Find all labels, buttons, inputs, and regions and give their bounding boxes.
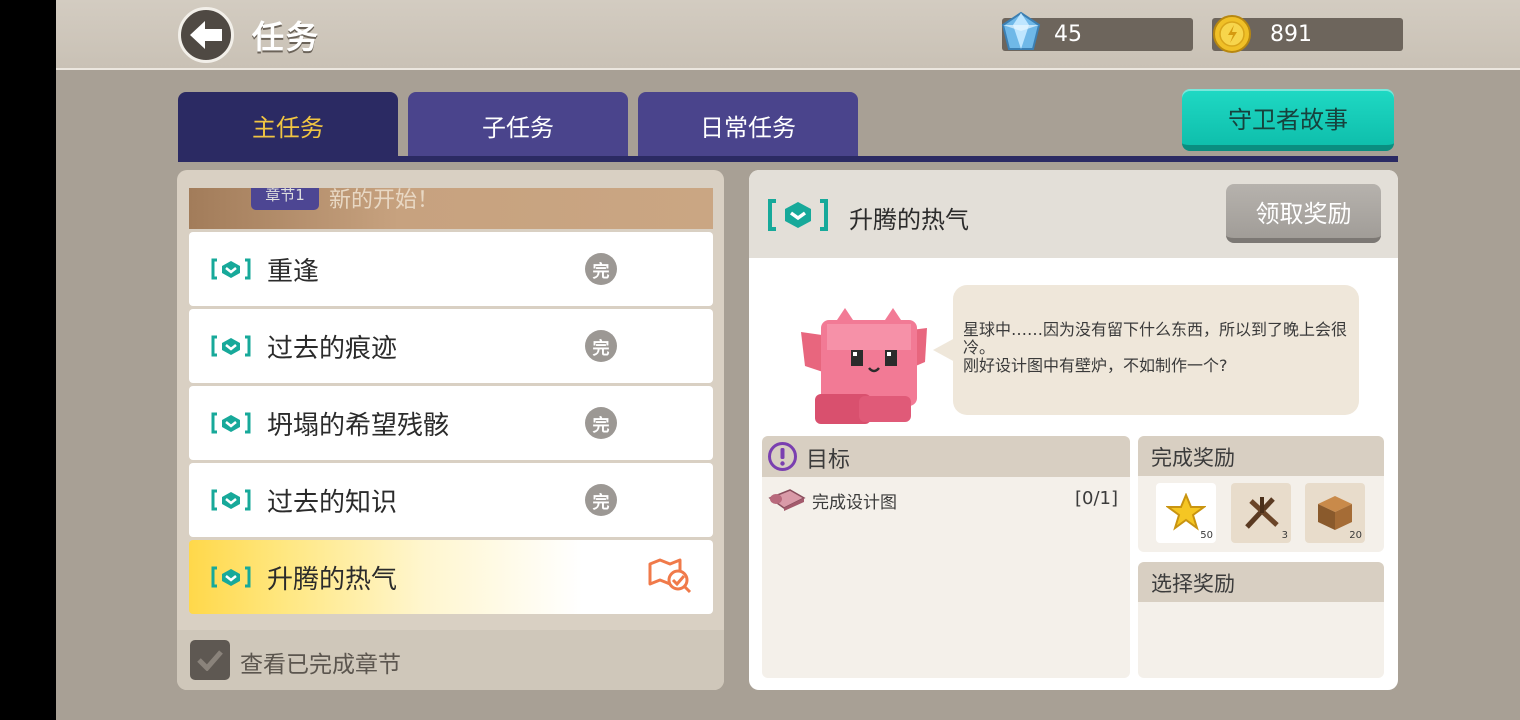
coin-icon (1213, 15, 1251, 53)
map-track-icon (648, 558, 692, 594)
guardian-story-label: 守卫者故事 (1228, 105, 1348, 134)
show-completed-row: 查看已完成章节 (177, 630, 724, 690)
quest-icon (768, 199, 828, 231)
reward-slot-block[interactable]: 20 (1305, 483, 1365, 543)
quest-name: 过去的知识 (267, 487, 398, 518)
claim-reward-label: 领取奖励 (1255, 199, 1352, 228)
goal-header-label: 目标 (806, 448, 851, 473)
dialogue-text: 星球中……因为没有留下什么东西，所以到了晚上会很冷。 刚好设计图中有壁炉，不如制… (963, 321, 1353, 375)
pink-creature-character (801, 308, 927, 424)
guardian-story-button[interactable]: 守卫者故事 (1182, 89, 1394, 151)
choose-reward-section: 选择奖励 (1138, 562, 1384, 678)
dialogue-line: 刚好设计图中有壁炉，不如制作一个? (963, 356, 1228, 375)
quest-item-selected[interactable]: 升腾的热气 (189, 540, 713, 614)
quest-icon (211, 335, 251, 357)
speech-bubble: 星球中……因为没有留下什么东西，所以到了晚上会很冷。 刚好设计图中有壁炉，不如制… (953, 285, 1359, 415)
wood-block-icon (1318, 496, 1352, 530)
quest-item[interactable]: 坍塌的希望残骸 完 (189, 386, 713, 460)
chapter-badge: 章节1 (251, 188, 319, 210)
quest-detail-panel: 升腾的热气 领取奖励 星球中……因为没有留下什么东西，所以到了晚上会很冷。 刚好… (749, 170, 1398, 690)
completion-reward-section: 完成奖励 50 3 20 (1138, 436, 1384, 552)
speech-bubble-tail (933, 338, 955, 362)
chapter-name: 新的开始！ (329, 188, 440, 213)
quest-name: 坍塌的希望残骸 (267, 410, 450, 441)
quest-list-panel: 章节1 新的开始！ 重逢 完 过去的痕迹 完 坍塌的希望残骸 完 过去的知识 完… (177, 170, 724, 690)
quest-item[interactable]: 重逢 完 (189, 232, 713, 306)
gem-count: 45 (1054, 22, 1082, 47)
goal-task-text: 完成设计图 (812, 493, 897, 513)
coin-count: 891 (1270, 22, 1312, 47)
completed-badge: 完 (585, 484, 617, 516)
show-completed-label: 查看已完成章节 (240, 652, 401, 678)
wood-stick-icon (1245, 497, 1279, 529)
quest-name: 升腾的热气 (267, 564, 398, 595)
back-button[interactable] (178, 7, 234, 63)
dialogue-line: 星球中……因为没有留下什么东西，所以到了晚上会很冷。 (963, 320, 1348, 357)
game-screen: 任务 45 891 主任务 子任务 日常任务 守卫者故事 章节1 新的开始！ 重… (56, 0, 1520, 720)
goal-section: 目标 完成设计图 [0/1] (762, 436, 1130, 678)
top-bar: 任务 45 891 (56, 0, 1520, 70)
completed-badge: 完 (585, 330, 617, 362)
detail-title: 升腾的热气 (849, 206, 969, 234)
quest-icon (211, 412, 251, 434)
reward-count: 50 (1200, 530, 1213, 541)
choose-reward-header: 选择奖励 (1138, 562, 1384, 602)
reward-count: 3 (1281, 530, 1288, 541)
blueprint-icon (768, 489, 806, 511)
diamond-icon (1001, 11, 1041, 50)
tab-label: 子任务 (482, 113, 554, 142)
tab-daily-quest[interactable]: 日常任务 (638, 92, 858, 158)
quest-icon (211, 566, 251, 588)
quest-name: 重逢 (267, 256, 320, 287)
tab-label: 主任务 (252, 113, 324, 142)
back-arrow-icon (190, 21, 222, 49)
tab-underline (178, 156, 1398, 162)
claim-reward-button[interactable]: 领取奖励 (1226, 184, 1381, 243)
exclamation-icon (768, 442, 797, 471)
detail-header: 升腾的热气 领取奖励 (749, 170, 1398, 258)
quest-item[interactable]: 过去的知识 完 (189, 463, 713, 537)
tab-main-quest[interactable]: 主任务 (178, 92, 398, 158)
quest-icon (211, 258, 251, 280)
show-completed-checkbox[interactable] (190, 640, 230, 680)
completed-badge: 完 (585, 407, 617, 439)
reward-slot-stick[interactable]: 3 (1231, 483, 1291, 543)
choose-reward-header-label: 选择奖励 (1151, 572, 1235, 596)
tab-side-quest[interactable]: 子任务 (408, 92, 628, 158)
check-icon (197, 650, 223, 671)
quest-icon (211, 489, 251, 511)
quest-name: 过去的痕迹 (267, 333, 398, 364)
goal-progress: [0/1] (1074, 488, 1118, 509)
page-title: 任务 (252, 18, 321, 56)
quest-item[interactable]: 过去的痕迹 完 (189, 309, 713, 383)
reward-header: 完成奖励 (1138, 436, 1384, 476)
completed-badge: 完 (585, 253, 617, 285)
reward-header-label: 完成奖励 (1151, 446, 1235, 470)
reward-count: 20 (1349, 530, 1362, 541)
tab-label: 日常任务 (700, 113, 796, 142)
chapter-banner: 章节1 新的开始！ (189, 188, 713, 229)
goal-header: 目标 (762, 436, 1130, 477)
reward-slot-star[interactable]: 50 (1156, 483, 1216, 543)
star-icon (1166, 493, 1206, 531)
